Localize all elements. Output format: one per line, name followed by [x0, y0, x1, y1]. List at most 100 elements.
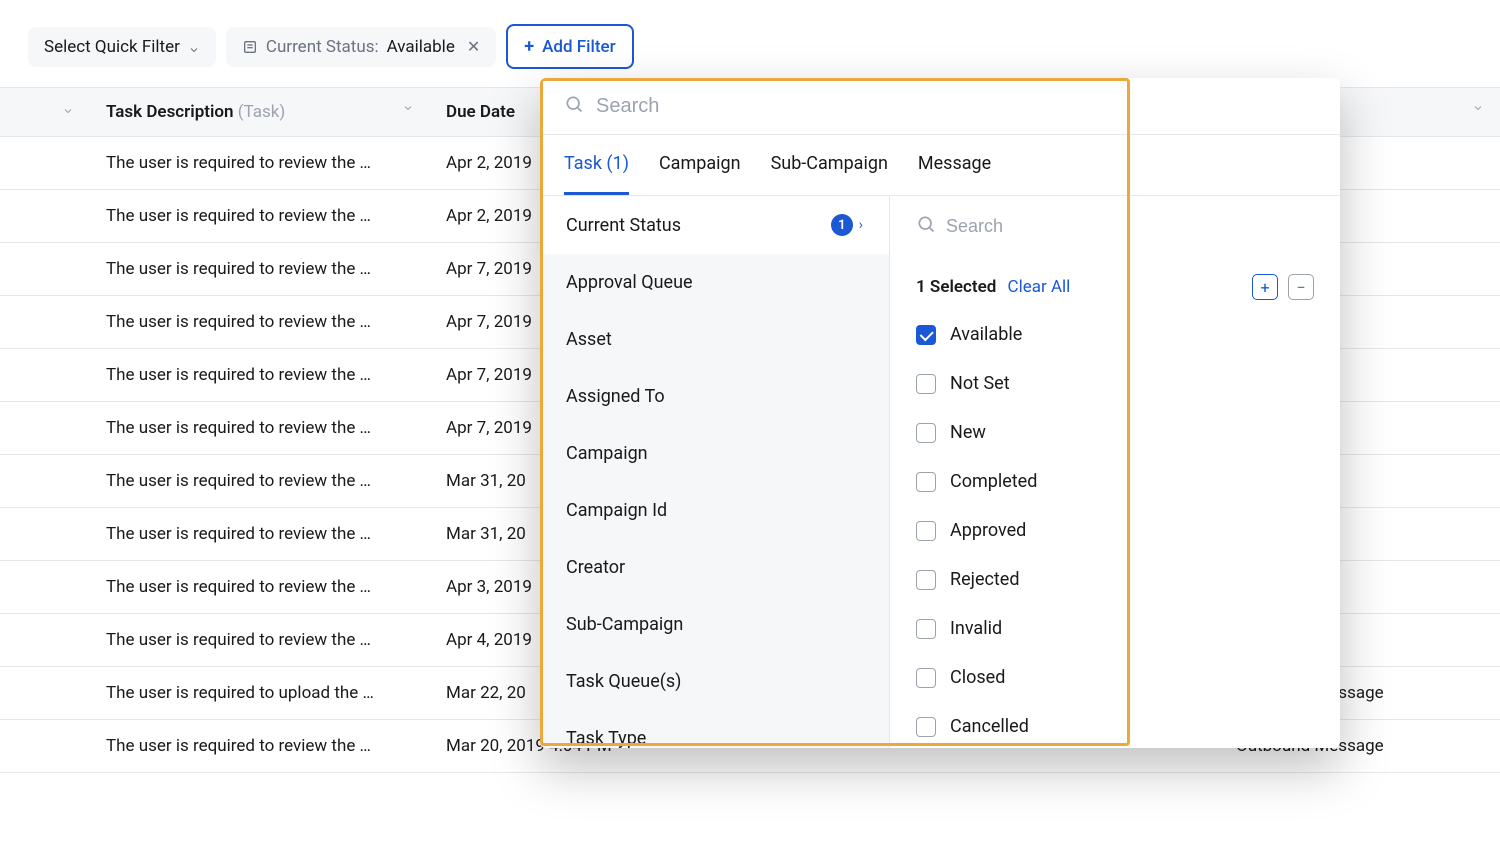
checkbox[interactable]: [916, 472, 936, 492]
add-filter-button[interactable]: + Add Filter: [506, 24, 633, 69]
chevron-down-icon: [1472, 102, 1484, 117]
row-select-cell[interactable]: [0, 243, 90, 296]
value-label: Approved: [950, 520, 1026, 541]
field-item-creator[interactable]: Creator: [540, 539, 889, 596]
checkbox[interactable]: [916, 374, 936, 394]
filter-bar: Select Quick Filter Current Status: Avai…: [0, 0, 1500, 87]
value-label: Rejected: [950, 569, 1020, 590]
row-select-cell[interactable]: [0, 561, 90, 614]
add-filter-label: Add Filter: [542, 37, 615, 57]
column-header-select[interactable]: [0, 88, 90, 137]
value-item-new[interactable]: New: [890, 408, 1340, 457]
popover-tabs: Task (1) Campaign Sub-Campaign Message: [540, 135, 1340, 196]
field-label: Asset: [566, 329, 612, 350]
field-label: Sub-Campaign: [566, 614, 683, 635]
value-label: Closed: [950, 667, 1005, 688]
checkbox[interactable]: [916, 325, 936, 345]
clear-all-button[interactable]: Clear All: [1008, 277, 1071, 297]
value-label: Available: [950, 324, 1022, 345]
value-item-not-set[interactable]: Not Set: [890, 359, 1340, 408]
chevron-down-icon: [62, 105, 74, 120]
checkbox[interactable]: [916, 619, 936, 639]
field-label: Task Type: [566, 728, 646, 748]
cell-description: The user is required to upload the …: [90, 667, 430, 720]
field-item-current-status[interactable]: Current Status 1 ›: [540, 196, 889, 254]
tab-message[interactable]: Message: [918, 135, 991, 195]
checkbox[interactable]: [916, 521, 936, 541]
cell-description: The user is required to review the …: [90, 243, 430, 296]
cell-description: The user is required to review the …: [90, 296, 430, 349]
value-item-invalid[interactable]: Invalid: [890, 604, 1340, 653]
value-panel: 1 Selected Clear All + − Available Not Se…: [890, 196, 1340, 748]
value-label: Completed: [950, 471, 1037, 492]
plus-icon: +: [524, 36, 534, 57]
value-label: Not Set: [950, 373, 1010, 394]
field-item-assigned-to[interactable]: Assigned To: [540, 368, 889, 425]
row-select-cell[interactable]: [0, 296, 90, 349]
popover-search-row: [540, 78, 1340, 135]
value-item-completed[interactable]: Completed: [890, 457, 1340, 506]
cell-description: The user is required to review the …: [90, 561, 430, 614]
filter-chip-icon: [242, 39, 258, 55]
checkbox[interactable]: [916, 717, 936, 737]
field-label: Assigned To: [566, 386, 665, 407]
status-chip-value: Available: [387, 37, 455, 57]
status-filter-chip[interactable]: Current Status: Available ✕: [226, 27, 496, 67]
field-label: Campaign: [566, 443, 648, 464]
tab-campaign[interactable]: Campaign: [659, 135, 741, 195]
value-list: Available Not Set New Completed Approved Reje…: [890, 310, 1340, 748]
status-chip-label: Current Status:: [266, 37, 379, 57]
field-item-asset[interactable]: Asset: [540, 311, 889, 368]
field-item-sub-campaign[interactable]: Sub-Campaign: [540, 596, 889, 653]
checkbox[interactable]: [916, 570, 936, 590]
chevron-down-icon: [402, 102, 414, 117]
field-item-task-type[interactable]: Task Type: [540, 710, 889, 748]
row-select-cell[interactable]: [0, 455, 90, 508]
chevron-down-icon: [188, 41, 200, 53]
field-item-task-queue-s-[interactable]: Task Queue(s): [540, 653, 889, 710]
filter-popover: Task (1) Campaign Sub-Campaign Message Curr…: [540, 78, 1340, 748]
cell-description: The user is required to review the …: [90, 614, 430, 667]
quick-filter-select[interactable]: Select Quick Filter: [28, 27, 216, 67]
search-icon: [564, 94, 584, 118]
tab-sub-campaign[interactable]: Sub-Campaign: [771, 135, 888, 195]
row-select-cell[interactable]: [0, 667, 90, 720]
cell-description: The user is required to review the …: [90, 190, 430, 243]
value-item-available[interactable]: Available: [890, 310, 1340, 359]
row-select-cell[interactable]: [0, 720, 90, 773]
row-select-cell[interactable]: [0, 508, 90, 561]
tab-task-1-[interactable]: Task (1): [564, 135, 629, 195]
checkbox[interactable]: [916, 668, 936, 688]
field-label: Approval Queue: [566, 272, 693, 293]
popover-search-input[interactable]: [596, 95, 1316, 118]
remove-value-button[interactable]: −: [1288, 274, 1314, 300]
chevron-right-icon: ›: [859, 217, 863, 233]
add-value-button[interactable]: +: [1252, 274, 1278, 300]
value-item-closed[interactable]: Closed: [890, 653, 1340, 702]
row-select-cell[interactable]: [0, 402, 90, 455]
field-count-badge: 1: [831, 214, 853, 236]
value-header: 1 Selected Clear All + −: [890, 256, 1340, 310]
field-label: Current Status: [566, 215, 681, 236]
value-label: New: [950, 422, 986, 443]
field-item-campaign-id[interactable]: Campaign Id: [540, 482, 889, 539]
field-item-campaign[interactable]: Campaign: [540, 425, 889, 482]
value-label: Cancelled: [950, 716, 1029, 737]
field-label: Task Queue(s): [566, 671, 681, 692]
popover-body: Current Status 1 › Approval Queue Asset Assig…: [540, 196, 1340, 748]
value-item-rejected[interactable]: Rejected: [890, 555, 1340, 604]
selected-count: 1 Selected: [916, 277, 996, 297]
column-header-description[interactable]: Task Description (Task): [90, 88, 430, 137]
value-item-cancelled[interactable]: Cancelled: [890, 702, 1340, 748]
row-select-cell[interactable]: [0, 614, 90, 667]
close-icon[interactable]: ✕: [467, 37, 480, 56]
value-item-approved[interactable]: Approved: [890, 506, 1340, 555]
cell-description: The user is required to review the …: [90, 508, 430, 561]
row-select-cell[interactable]: [0, 349, 90, 402]
row-select-cell[interactable]: [0, 190, 90, 243]
field-item-approval-queue[interactable]: Approval Queue: [540, 254, 889, 311]
checkbox[interactable]: [916, 423, 936, 443]
row-select-cell[interactable]: [0, 137, 90, 190]
field-label: Campaign Id: [566, 500, 667, 521]
value-search-input[interactable]: [946, 216, 1314, 237]
